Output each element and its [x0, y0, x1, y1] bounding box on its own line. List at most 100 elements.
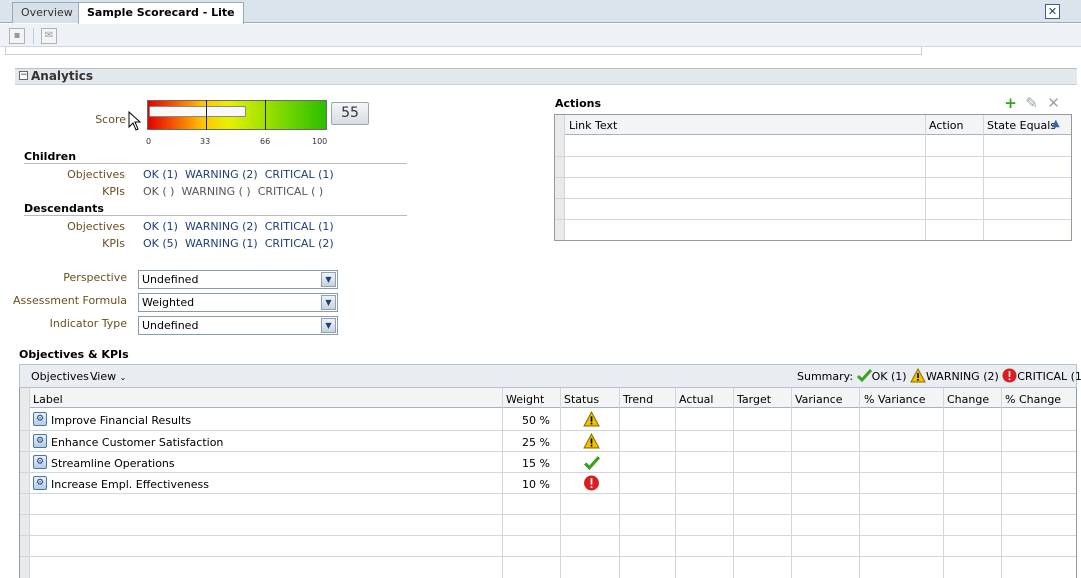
actions-col-action[interactable]: Action [929, 119, 963, 132]
col-pct-change[interactable]: % Change [1005, 393, 1061, 406]
chevron-down-icon: ⌄ [119, 373, 127, 382]
descendants-objectives-warning[interactable]: WARNING (2) [185, 220, 258, 233]
children-objectives-ok[interactable]: OK (1) [143, 168, 178, 181]
children-title: Children [24, 150, 77, 163]
col-target[interactable]: Target [737, 393, 771, 406]
table-row-weight: 25 % [522, 436, 550, 449]
critical-icon [1002, 368, 1017, 383]
tab-overview[interactable]: Overview [12, 2, 82, 23]
table-row-label[interactable]: Improve Financial Results [51, 414, 191, 427]
view-menu[interactable]: View ⌄ [90, 370, 126, 383]
perspective-value: Undefined [142, 273, 199, 286]
grid-line [502, 388, 503, 578]
children-kpis-status: OK ( ) WARNING ( ) CRITICAL ( ) [143, 185, 323, 198]
summary-warning[interactable]: WARNING (2) [926, 370, 999, 383]
objectives-row-gutter [20, 388, 30, 578]
children-divider [24, 163, 407, 164]
grid-line [555, 198, 1071, 199]
grid-line [555, 156, 1071, 157]
descendants-objectives-label: Objectives [67, 220, 125, 233]
children-kpis-ok: OK ( ) [143, 185, 175, 198]
collapse-icon[interactable]: − [19, 71, 28, 80]
critical-icon [584, 475, 599, 491]
descendants-title: Descendants [24, 202, 104, 215]
chevron-down-icon: ▼ [321, 272, 336, 287]
actions-col-link-text[interactable]: Link Text [569, 119, 617, 132]
upper-panel-border [5, 47, 922, 55]
indicator-type-label: Indicator Type [49, 317, 127, 330]
gauge-tick-33: 33 [200, 137, 211, 146]
assessment-formula-value: Weighted [142, 296, 195, 309]
gauge-threshold-33 [206, 100, 207, 130]
grid-line [1001, 388, 1002, 578]
descendants-kpis-label: KPIs [102, 237, 125, 250]
analytics-title: Analytics [31, 69, 93, 83]
add-icon[interactable]: + [1003, 96, 1018, 111]
children-kpis-critical: CRITICAL ( ) [257, 185, 324, 198]
objects-menu[interactable]: Objectives ⌄ [31, 370, 99, 383]
col-variance[interactable]: Variance [795, 393, 843, 406]
grid-line [20, 451, 1076, 452]
save-icon[interactable]: ▪ [9, 28, 25, 44]
objectives-kpis-title: Objectives & KPIs [19, 348, 129, 361]
grid-line [20, 472, 1076, 473]
descendants-kpis-status: OK (5) WARNING (1) CRITICAL (2) [143, 237, 334, 250]
col-trend[interactable]: Trend [623, 393, 653, 406]
sort-ascending-icon[interactable]: ▲ [1052, 118, 1060, 129]
table-row-label[interactable]: Enhance Customer Satisfaction [51, 436, 223, 449]
perspective-select[interactable]: Undefined ▼ [138, 270, 338, 289]
edit-icon[interactable]: ✎ [1024, 96, 1039, 111]
col-change[interactable]: Change [947, 393, 989, 406]
table-row-weight: 15 % [522, 457, 550, 470]
indicator-type-value: Undefined [142, 319, 199, 332]
actions-table: Link Text Action State Equals ▲ [554, 114, 1072, 241]
export-icon[interactable]: ✉ [41, 28, 57, 44]
summary: Summary: OK (1) WARNING (2) CRITICAL (1) [797, 367, 1081, 383]
col-label[interactable]: Label [33, 393, 63, 406]
children-objectives-label: Objectives [67, 168, 125, 181]
descendants-kpis-ok[interactable]: OK (5) [143, 237, 178, 250]
actions-title: Actions [555, 97, 601, 110]
grid-line [675, 388, 676, 578]
grid-line [20, 514, 1076, 515]
children-kpis-warning: WARNING ( ) [181, 185, 251, 198]
table-row-label[interactable]: Streamline Operations [51, 457, 175, 470]
table-row-label[interactable]: Increase Empl. Effectiveness [51, 478, 209, 491]
warning-icon [583, 411, 600, 427]
grid-line [555, 219, 1071, 220]
assessment-formula-label: Assessment Formula [13, 294, 127, 307]
chevron-down-icon: ▼ [321, 295, 336, 310]
summary-ok[interactable]: OK (1) [872, 370, 907, 383]
toolbar [0, 24, 1081, 47]
descendants-objectives-ok[interactable]: OK (1) [143, 220, 178, 233]
grid-line [733, 388, 734, 578]
summary-critical[interactable]: CRITICAL (1) [1017, 370, 1081, 383]
gauge-tick-0: 0 [146, 137, 152, 146]
grid-line [619, 388, 620, 578]
descendants-objectives-critical[interactable]: CRITICAL (1) [265, 220, 334, 233]
gauge-tick-100: 100 [312, 137, 328, 146]
grid-line [20, 493, 1076, 494]
indicator-type-select[interactable]: Undefined ▼ [138, 316, 338, 335]
warning-icon [583, 433, 600, 449]
col-weight[interactable]: Weight [506, 393, 544, 406]
delete-icon[interactable]: ✕ [1046, 96, 1061, 111]
grid-line [20, 556, 1076, 557]
close-icon[interactable]: ✕ [1045, 4, 1060, 19]
assessment-formula-select[interactable]: Weighted ▼ [138, 293, 338, 312]
score-value: 55 [331, 102, 369, 125]
children-objectives-warning[interactable]: WARNING (2) [185, 168, 258, 181]
children-objectives-status: OK (1) WARNING (2) CRITICAL (1) [143, 168, 334, 181]
children-objectives-critical[interactable]: CRITICAL (1) [265, 168, 334, 181]
grid-line [791, 388, 792, 578]
tab-sample-scorecard[interactable]: Sample Scorecard - Lite [78, 2, 244, 24]
descendants-divider [24, 215, 407, 216]
col-pct-variance[interactable]: % Variance [864, 393, 925, 406]
descendants-kpis-critical[interactable]: CRITICAL (2) [265, 237, 334, 250]
col-actual[interactable]: Actual [679, 393, 713, 406]
descendants-kpis-warning[interactable]: WARNING (1) [185, 237, 258, 250]
actions-col-state-equals[interactable]: State Equals [987, 119, 1056, 132]
objective-icon: ⚙ [33, 412, 47, 426]
col-status[interactable]: Status [564, 393, 599, 406]
table-row-weight: 50 % [522, 414, 550, 427]
